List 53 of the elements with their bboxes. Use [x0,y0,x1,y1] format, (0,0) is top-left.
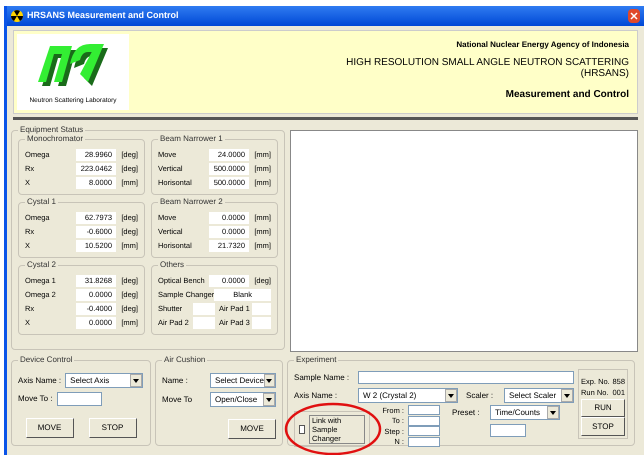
input-field[interactable] [408,436,440,447]
dropdown[interactable]: Open/Close [210,392,276,407]
push-button[interactable]: MOVE [26,418,74,438]
field-label: Move To [162,394,192,406]
dropdown[interactable]: Select Scaler [504,388,574,403]
push-button[interactable]: STOP [581,417,625,436]
window-title: HRSANS Measurement and Control [27,9,179,22]
input-field[interactable] [56,392,102,406]
dropdown[interactable]: Time/Counts [490,405,560,420]
group-title: Air Cushion [162,355,208,365]
caret-icon [561,389,573,402]
group-title: Monochromator [25,134,86,144]
field-label: Name : [162,374,188,386]
app-title: HIGH RESOLUTION SMALL ANGLE NEUTRON SCATTERING (HRSANS) [345,57,629,79]
dropdown[interactable]: Select Device [210,373,276,388]
field-label: Sample Name : [294,372,350,384]
input-field[interactable] [358,371,574,384]
dropdown[interactable]: Select Axis [65,373,144,388]
radiation-icon [11,10,23,22]
group-title: Beam Narrower 2 [158,197,225,207]
caret-icon [547,406,559,419]
value-field [252,303,271,315]
value-field [193,317,215,329]
checkbox[interactable] [299,424,305,434]
input-field[interactable] [408,426,440,436]
group-title: Equipment Status [18,125,86,135]
push-button[interactable]: STOP [88,418,136,438]
field-label: Move To : [18,393,53,405]
dropdown[interactable]: W 2 (Crystal 2) [358,388,458,403]
input-field[interactable] [408,416,440,426]
group-title: Beam Narrower 1 [158,134,225,144]
field-label: Axis Name : [18,374,62,386]
field-label: Axis Name : [294,390,338,402]
push-button[interactable]: MOVE [228,419,276,439]
caret-icon [264,374,275,387]
caret-icon [445,389,457,402]
app-subtitle: Measurement and Control [506,88,629,102]
field-label: Preset : [452,406,481,418]
input-field[interactable] [408,405,440,416]
close-icon[interactable] [628,9,640,23]
value-field [193,303,215,315]
group-title: Cystal 1 [25,197,58,207]
group-title: Cystal 2 [25,260,58,270]
caret-icon [263,393,275,406]
group-title: Others [158,260,186,270]
group-title: Device Control [18,355,74,365]
push-button[interactable]: RUN [581,398,625,418]
group-title: Experiment [294,355,338,365]
field-label: Scaler : [466,390,494,402]
value-field [252,317,271,329]
caret-icon [130,374,142,387]
input-field[interactable] [490,424,526,437]
agency-name: National Nuclear Energy Agency of Indonesia [456,39,629,51]
